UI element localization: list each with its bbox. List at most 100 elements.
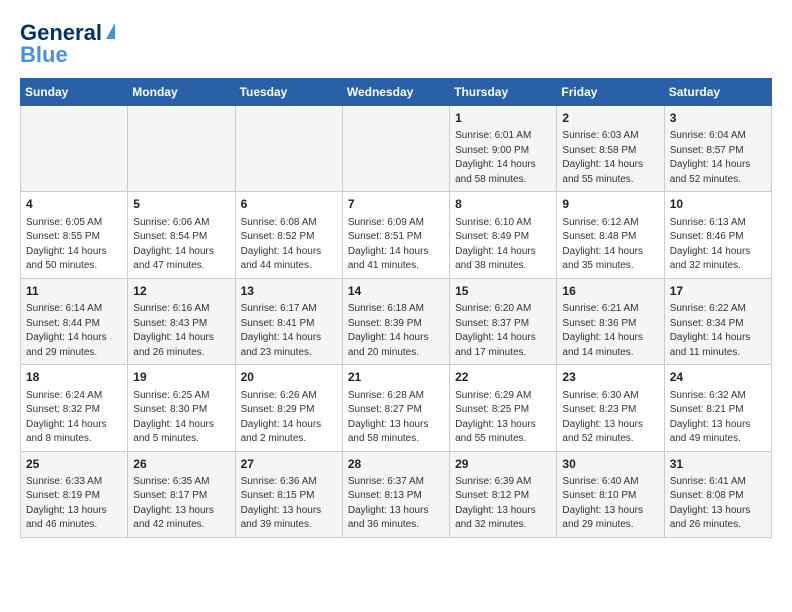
calendar-cell [235,106,342,192]
day-details: Sunrise: 6:35 AM Sunset: 8:17 PM Dayligh… [133,475,229,533]
day-details: Sunrise: 6:08 AM Sunset: 8:52 PM Dayligh… [241,216,337,274]
day-number: 30 [562,456,658,473]
calendar-cell: 6Sunrise: 6:08 AM Sunset: 8:52 PM Daylig… [235,192,342,278]
day-number: 26 [133,456,229,473]
calendar-cell: 25Sunrise: 6:33 AM Sunset: 8:19 PM Dayli… [21,451,128,537]
day-details: Sunrise: 6:05 AM Sunset: 8:55 PM Dayligh… [26,216,122,274]
calendar-cell: 10Sunrise: 6:13 AM Sunset: 8:46 PM Dayli… [664,192,771,278]
day-details: Sunrise: 6:06 AM Sunset: 8:54 PM Dayligh… [133,216,229,274]
day-number: 31 [670,456,766,473]
day-details: Sunrise: 6:18 AM Sunset: 8:39 PM Dayligh… [348,302,444,360]
day-number: 12 [133,283,229,300]
calendar-cell [128,106,235,192]
day-details: Sunrise: 6:09 AM Sunset: 8:51 PM Dayligh… [348,216,444,274]
day-details: Sunrise: 6:26 AM Sunset: 8:29 PM Dayligh… [241,389,337,447]
calendar-cell: 8 Sunrise: 6:10 AM Sunset: 8:49 PM Daylig… [450,192,557,278]
day-number: 28 [348,456,444,473]
day-details: Sunrise: 6:32 AM Sunset: 8:21 PM Dayligh… [670,389,766,447]
calendar-cell [342,106,449,192]
calendar-cell: 14 Sunrise: 6:18 AM Sunset: 8:39 PM Dayli… [342,278,449,364]
day-number: 22 [455,369,551,386]
day-number: 27 [241,456,337,473]
week-row-1: 1Sunrise: 6:01 AM Sunset: 9:00 PM Daylig… [21,106,772,192]
calendar-cell: 13 Sunrise: 6:17 AM Sunset: 8:41 PM Dayli… [235,278,342,364]
calendar-cell: 15 Sunrise: 6:20 AM Sunset: 8:37 PM Dayli… [450,278,557,364]
day-number: 4 [26,196,122,213]
day-details: Sunrise: 6:39 AM Sunset: 8:12 PM Dayligh… [455,475,551,533]
day-number: 3 [670,110,766,127]
logo-triangle-icon [106,23,115,39]
day-number: 5 [133,196,229,213]
day-details: Sunrise: 6:36 AM Sunset: 8:15 PM Dayligh… [241,475,337,533]
week-row-5: 25Sunrise: 6:33 AM Sunset: 8:19 PM Dayli… [21,451,772,537]
day-number: 1 [455,110,551,127]
day-number: 7 [348,196,444,213]
calendar-cell: 18 Sunrise: 6:24 AM Sunset: 8:32 PM Dayli… [21,365,128,451]
day-number: 15 [455,283,551,300]
weekday-header-friday: Friday [557,79,664,106]
logo-blue: Blue [20,42,68,68]
weekday-header-thursday: Thursday [450,79,557,106]
day-details: Sunrise: 6:12 AM Sunset: 8:48 PM Dayligh… [562,216,658,274]
day-details: Sunrise: 6:25 AM Sunset: 8:30 PM Dayligh… [133,389,229,447]
weekday-header-sunday: Sunday [21,79,128,106]
day-details: Sunrise: 6:24 AM Sunset: 8:32 PM Dayligh… [26,389,122,447]
weekday-header-row: SundayMondayTuesdayWednesdayThursdayFrid… [21,79,772,106]
calendar-cell: 2 Sunrise: 6:03 AM Sunset: 8:58 PM Daylig… [557,106,664,192]
day-details: Sunrise: 6:17 AM Sunset: 8:41 PM Dayligh… [241,302,337,360]
calendar-cell: 31Sunrise: 6:41 AM Sunset: 8:08 PM Dayli… [664,451,771,537]
day-details: Sunrise: 6:28 AM Sunset: 8:27 PM Dayligh… [348,389,444,447]
day-details: Sunrise: 6:13 AM Sunset: 8:46 PM Dayligh… [670,216,766,274]
day-details: Sunrise: 6:37 AM Sunset: 8:13 PM Dayligh… [348,475,444,533]
weekday-header-wednesday: Wednesday [342,79,449,106]
calendar-cell: 3 Sunrise: 6:04 AM Sunset: 8:57 PM Daylig… [664,106,771,192]
calendar-cell: 28 Sunrise: 6:37 AM Sunset: 8:13 PM Dayli… [342,451,449,537]
day-details: Sunrise: 6:14 AM Sunset: 8:44 PM Dayligh… [26,302,122,360]
week-row-2: 4 Sunrise: 6:05 AM Sunset: 8:55 PM Daylig… [21,192,772,278]
calendar-cell: 5 Sunrise: 6:06 AM Sunset: 8:54 PM Daylig… [128,192,235,278]
calendar-cell: 23 Sunrise: 6:30 AM Sunset: 8:23 PM Dayli… [557,365,664,451]
calendar-cell: 24 Sunrise: 6:32 AM Sunset: 8:21 PM Dayli… [664,365,771,451]
day-number: 13 [241,283,337,300]
day-number: 14 [348,283,444,300]
day-details: Sunrise: 6:21 AM Sunset: 8:36 PM Dayligh… [562,302,658,360]
day-number: 21 [348,369,444,386]
calendar-table: SundayMondayTuesdayWednesdayThursdayFrid… [20,78,772,538]
day-details: Sunrise: 6:03 AM Sunset: 8:58 PM Dayligh… [562,129,658,187]
day-number: 16 [562,283,658,300]
day-number: 23 [562,369,658,386]
day-details: Sunrise: 6:40 AM Sunset: 8:10 PM Dayligh… [562,475,658,533]
day-details: Sunrise: 6:10 AM Sunset: 8:49 PM Dayligh… [455,216,551,274]
calendar-cell: 9 Sunrise: 6:12 AM Sunset: 8:48 PM Daylig… [557,192,664,278]
calendar-cell: 20 Sunrise: 6:26 AM Sunset: 8:29 PM Dayli… [235,365,342,451]
day-number: 20 [241,369,337,386]
day-number: 2 [562,110,658,127]
calendar-cell: 4 Sunrise: 6:05 AM Sunset: 8:55 PM Daylig… [21,192,128,278]
day-number: 24 [670,369,766,386]
calendar-cell: 30 Sunrise: 6:40 AM Sunset: 8:10 PM Dayli… [557,451,664,537]
day-details: Sunrise: 6:30 AM Sunset: 8:23 PM Dayligh… [562,389,658,447]
day-details: Sunrise: 6:04 AM Sunset: 8:57 PM Dayligh… [670,129,766,187]
calendar-cell: 29 Sunrise: 6:39 AM Sunset: 8:12 PM Dayli… [450,451,557,537]
day-number: 17 [670,283,766,300]
page-header: General Blue [20,20,772,68]
weekday-header-monday: Monday [128,79,235,106]
day-number: 18 [26,369,122,386]
day-details: Sunrise: 6:22 AM Sunset: 8:34 PM Dayligh… [670,302,766,360]
calendar-cell: 17 Sunrise: 6:22 AM Sunset: 8:34 PM Dayli… [664,278,771,364]
calendar-cell: 27 Sunrise: 6:36 AM Sunset: 8:15 PM Dayli… [235,451,342,537]
day-details: Sunrise: 6:33 AM Sunset: 8:19 PM Dayligh… [26,475,122,533]
day-number: 9 [562,196,658,213]
day-number: 29 [455,456,551,473]
calendar-cell: 16 Sunrise: 6:21 AM Sunset: 8:36 PM Dayli… [557,278,664,364]
calendar-cell: 21 Sunrise: 6:28 AM Sunset: 8:27 PM Dayli… [342,365,449,451]
week-row-4: 18 Sunrise: 6:24 AM Sunset: 8:32 PM Dayli… [21,365,772,451]
calendar-cell [21,106,128,192]
day-number: 19 [133,369,229,386]
logo: General Blue [20,20,115,68]
calendar-cell: 22Sunrise: 6:29 AM Sunset: 8:25 PM Dayli… [450,365,557,451]
day-details: Sunrise: 6:20 AM Sunset: 8:37 PM Dayligh… [455,302,551,360]
calendar-cell: 7 Sunrise: 6:09 AM Sunset: 8:51 PM Daylig… [342,192,449,278]
day-number: 11 [26,283,122,300]
day-number: 8 [455,196,551,213]
